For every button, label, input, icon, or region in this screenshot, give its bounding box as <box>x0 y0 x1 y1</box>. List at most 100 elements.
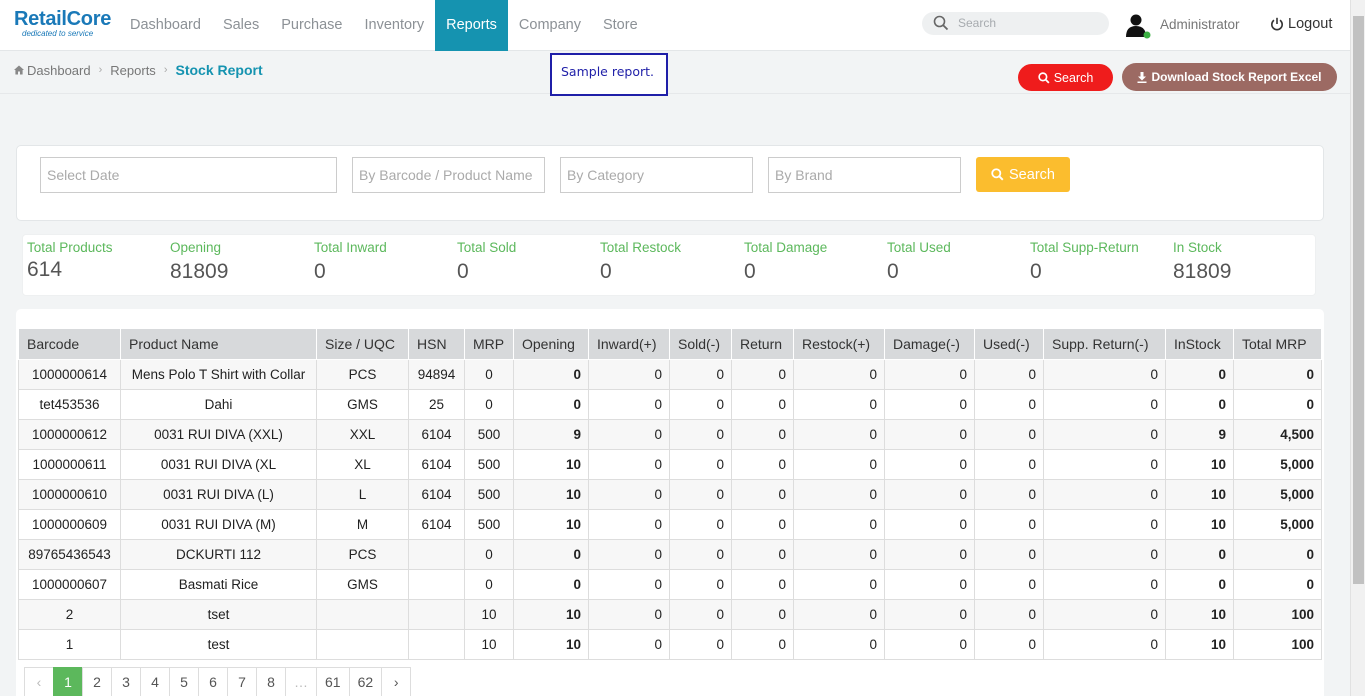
table-cell: DCKURTI 112 <box>120 539 317 570</box>
column-header[interactable]: Used(-) <box>974 328 1044 360</box>
download-excel-button[interactable]: Download Stock Report Excel <box>1122 63 1337 91</box>
table-cell: 0 <box>588 359 670 390</box>
table-cell: 0 <box>464 539 514 570</box>
stat-in-stock: In Stock 81809 <box>1173 240 1231 284</box>
nav-reports[interactable]: Reports <box>435 0 508 51</box>
nav-inventory[interactable]: Inventory <box>353 0 435 51</box>
breadcrumb-home[interactable]: Dashboard <box>27 63 91 78</box>
table-cell: 0 <box>731 389 794 420</box>
table-cell: 0 <box>669 389 732 420</box>
column-header[interactable]: Barcode <box>18 328 121 360</box>
table-cell: Mens Polo T Shirt with Collar <box>120 359 317 390</box>
stat-label: In Stock <box>1173 240 1222 255</box>
column-header[interactable]: Total MRP <box>1233 328 1322 360</box>
table-cell: 0 <box>884 359 975 390</box>
table-cell: 0 <box>1043 479 1166 510</box>
brand-logo[interactable]: RetailCore dedicated to service <box>14 9 111 39</box>
column-header[interactable]: Supp. Return(-) <box>1043 328 1166 360</box>
prev-page-button[interactable]: ‹ <box>24 667 54 696</box>
column-header[interactable]: Damage(-) <box>884 328 975 360</box>
table-cell: 1000000614 <box>18 359 121 390</box>
column-header[interactable]: Sold(-) <box>669 328 732 360</box>
category-field[interactable]: By Category <box>560 157 753 193</box>
table-cell: 500 <box>464 449 514 480</box>
header-search-button[interactable]: Search <box>1018 64 1113 91</box>
column-header[interactable]: MRP <box>464 328 514 360</box>
page-button[interactable]: 8 <box>256 667 286 696</box>
table-cell: 6104 <box>408 479 465 510</box>
page-button[interactable]: 1 <box>53 667 83 696</box>
table-cell: GMS <box>316 569 409 600</box>
table-cell: 0 <box>884 599 975 630</box>
page-button[interactable]: 4 <box>140 667 170 696</box>
page-button[interactable]: 2 <box>82 667 112 696</box>
pagination: ‹ 1 2 3 4 5 6 7 8… 61 62 › <box>24 667 412 696</box>
page-button[interactable]: 6 <box>198 667 228 696</box>
next-page-button[interactable]: › <box>381 667 412 696</box>
table-cell: 5,000 <box>1233 449 1322 480</box>
table-cell: 0 <box>1233 359 1322 390</box>
table-cell: 0 <box>588 479 670 510</box>
table-cell: 0 <box>1043 419 1166 450</box>
table-row: 1000000611 0031 RUI DIVA (XL XL 6104 500 10 0 0… <box>18 449 1322 480</box>
column-header[interactable]: Return <box>731 328 794 360</box>
table-cell: 0 <box>974 599 1044 630</box>
column-header[interactable]: InStock <box>1165 328 1234 360</box>
scrollbar-thumb[interactable] <box>1353 16 1364 584</box>
nav-purchase[interactable]: Purchase <box>270 0 353 51</box>
table-cell: 25 <box>408 389 465 420</box>
column-header[interactable]: Restock(+) <box>793 328 885 360</box>
table-cell: 0031 RUI DIVA (L) <box>120 479 317 510</box>
page-button[interactable]: 3 <box>111 667 141 696</box>
table-cell: 0 <box>884 509 975 540</box>
search-icon <box>1037 71 1050 84</box>
table-cell: 0 <box>588 629 670 660</box>
product-search-field[interactable]: By Barcode / Product Name <box>352 157 545 193</box>
column-header[interactable]: Opening <box>513 328 589 360</box>
table-cell: 0 <box>793 449 885 480</box>
table-header-row: Barcode Product Name Size / UQC HSN MRP Openi… <box>18 328 1322 360</box>
table-cell: 0 <box>731 449 794 480</box>
user-name[interactable]: Administrator <box>1160 17 1240 32</box>
table-cell: 0 <box>588 569 670 600</box>
date-field[interactable]: Select Date <box>40 157 337 193</box>
table-cell: PCS <box>316 539 409 570</box>
column-header[interactable]: Size / UQC <box>316 328 409 360</box>
global-search-input[interactable]: Search <box>922 12 1109 35</box>
table-cell: 0 <box>1043 509 1166 540</box>
stat-total-used: Total Used 0 <box>887 240 951 284</box>
table-cell: 10 <box>513 599 589 630</box>
page-scrollbar[interactable] <box>1350 0 1365 696</box>
nav-store[interactable]: Store <box>592 0 649 51</box>
brand-field[interactable]: By Brand <box>768 157 961 193</box>
page-button[interactable]: 5 <box>169 667 199 696</box>
table-cell <box>316 629 409 660</box>
table-cell: 0 <box>974 359 1044 390</box>
nav-sales[interactable]: Sales <box>212 0 270 51</box>
stat-total-inward: Total Inward 0 <box>314 240 387 284</box>
logout-button[interactable]: Logout <box>1270 16 1332 32</box>
stat-total-sold: Total Sold 0 <box>457 240 516 284</box>
column-header[interactable]: HSN <box>408 328 465 360</box>
table-cell: 0 <box>884 539 975 570</box>
page-button[interactable]: 7 <box>227 667 257 696</box>
stat-value: 0 <box>744 260 756 283</box>
table-cell: 0 <box>884 479 975 510</box>
breadcrumb-reports[interactable]: Reports <box>110 63 156 78</box>
filter-search-button[interactable]: Search <box>976 157 1070 192</box>
column-header[interactable]: Product Name <box>120 328 317 360</box>
page-button[interactable]: 62 <box>348 667 383 696</box>
table-cell: 6104 <box>408 419 465 450</box>
nav-company[interactable]: Company <box>508 0 592 51</box>
table-cell: tet453536 <box>18 389 121 420</box>
table-cell: 500 <box>464 419 514 450</box>
table-cell: 0 <box>1233 389 1322 420</box>
nav-dashboard[interactable]: Dashboard <box>119 0 212 51</box>
user-avatar-icon[interactable] <box>1124 13 1151 39</box>
table-cell: 0 <box>588 419 670 450</box>
table-body: 1000000614 Mens Polo T Shirt with Collar P… <box>18 359 1322 660</box>
table-cell: 0 <box>588 539 670 570</box>
table-cell: 0 <box>1043 599 1166 630</box>
column-header[interactable]: Inward(+) <box>588 328 670 360</box>
page-button[interactable]: 61 <box>316 667 350 696</box>
